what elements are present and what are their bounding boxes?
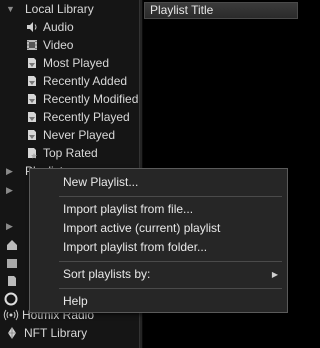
sidebar-item-label: Audio <box>43 20 74 34</box>
expand-triangle-icon[interactable]: ▶ <box>6 217 13 235</box>
menu-separator <box>59 261 282 262</box>
expand-triangle-icon[interactable]: ▶ <box>6 162 13 180</box>
smart-playlist-icon <box>28 112 36 122</box>
sidebar-item-never-played[interactable]: Never Played <box>0 126 139 144</box>
submenu-arrow-icon: ▶ <box>271 270 278 279</box>
home-icon <box>7 240 17 250</box>
sidebar-item-label: Recently Added <box>43 74 128 88</box>
film-icon <box>27 40 37 50</box>
menu-item-import-from-file[interactable]: Import playlist from file... <box>30 200 287 219</box>
radio-waves-icon <box>3 309 19 321</box>
sidebar-item-label: Never Played <box>43 128 116 142</box>
tree-node-local-library[interactable]: ▼ Local Library <box>0 0 139 18</box>
menu-item-sort-playlists[interactable]: Sort playlists by: ▶ <box>30 265 287 284</box>
menu-separator <box>59 196 282 197</box>
smart-playlist-icon <box>28 58 36 68</box>
menu-item-help[interactable]: Help <box>30 292 287 311</box>
sidebar-item-top-rated[interactable]: Top Rated <box>0 144 139 162</box>
ring-icon <box>4 292 18 306</box>
sidebar-item-label: Recently Modified <box>43 92 139 106</box>
collapse-triangle-icon[interactable]: ▼ <box>6 0 15 18</box>
sidebar-item-nft-library[interactable]: NFT Library <box>0 324 139 342</box>
sidebar-item-label: Recently Played <box>43 110 130 124</box>
local-library-label: Local Library <box>25 2 94 16</box>
expand-triangle-icon[interactable]: ▶ <box>6 181 13 199</box>
smart-playlist-icon <box>28 130 36 140</box>
menu-item-new-playlist[interactable]: New Playlist... <box>30 173 287 192</box>
speaker-icon <box>27 22 37 32</box>
sidebar-item-label: Most Played <box>43 56 110 70</box>
sort-playlists-label: Sort playlists by: <box>63 267 151 281</box>
context-menu: New Playlist... Import playlist from fil… <box>29 168 288 313</box>
sidebar-item-audio[interactable]: Audio <box>0 18 139 36</box>
nft-library-label: NFT Library <box>24 326 88 340</box>
document-icon <box>8 276 16 286</box>
smart-playlist-icon <box>28 94 36 104</box>
sidebar-item-recently-added[interactable]: Recently Added <box>0 72 139 90</box>
sidebar-item-recently-played[interactable]: Recently Played <box>0 108 139 126</box>
diamond-icon <box>8 327 16 339</box>
sidebar-item-label: Video <box>43 38 74 52</box>
column-header-playlist-title[interactable]: Playlist Title <box>144 2 298 19</box>
menu-item-import-from-folder[interactable]: Import playlist from folder... <box>30 238 287 257</box>
menu-separator <box>59 288 282 289</box>
menu-item-import-active-playlist[interactable]: Import active (current) playlist <box>30 219 287 238</box>
smart-playlist-icon <box>28 76 36 86</box>
sidebar-item-video[interactable]: Video <box>0 36 139 54</box>
star-playlist-icon <box>28 148 37 159</box>
sidebar-item-most-played[interactable]: Most Played <box>0 54 139 72</box>
box-icon <box>7 259 17 268</box>
sidebar-item-recently-modified[interactable]: Recently Modified <box>0 90 139 108</box>
sidebar-item-label: Top Rated <box>43 146 98 160</box>
